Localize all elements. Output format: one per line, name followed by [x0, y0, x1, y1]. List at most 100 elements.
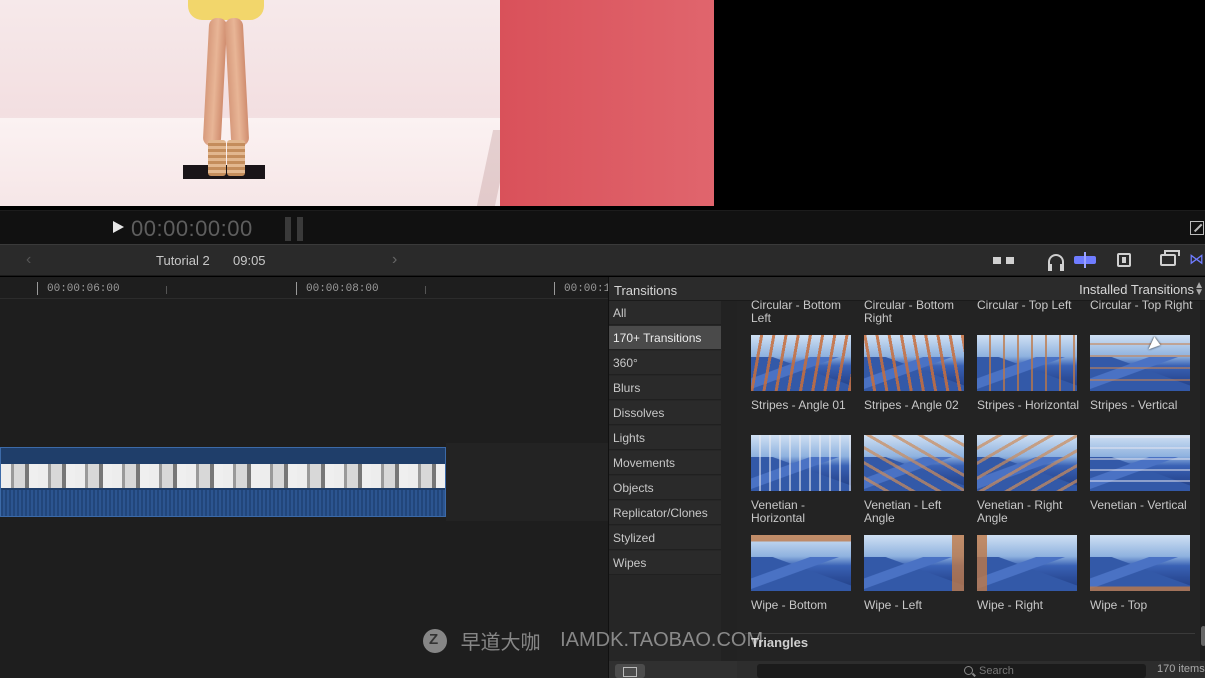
timeline[interactable]: 00:00:06:00 00:00:08:00 00:00:1 [0, 277, 608, 678]
category-item[interactable]: Lights [609, 426, 721, 450]
updown-chevron-icon[interactable]: ▲ ▼ [1194, 281, 1204, 298]
transition-label[interactable]: Circular - Bottom Left [751, 299, 859, 325]
category-item[interactable]: Dissolves [609, 401, 721, 425]
thumbnail-effect [864, 535, 964, 591]
thumbnail-effect [751, 535, 851, 591]
sidebar-header: Transitions [609, 277, 737, 301]
thumbnail-effect [864, 435, 964, 491]
transition-label[interactable]: Wipe - Right [977, 599, 1085, 612]
transition-thumbnail[interactable] [864, 535, 964, 591]
ruler-tick [554, 282, 555, 295]
section-divider [745, 633, 1195, 634]
watermark-url: IAMDK.TAOBAO.COM [560, 629, 764, 651]
timeline-ruler[interactable]: 00:00:06:00 00:00:08:00 00:00:1 [0, 277, 608, 299]
transition-label[interactable]: Wipe - Left [864, 599, 972, 612]
transition-label[interactable]: Circular - Bottom Right [864, 299, 972, 325]
transitions-title: Transitions [614, 283, 678, 298]
installed-transitions-dropdown[interactable]: Installed Transitions [1079, 282, 1194, 297]
transition-label[interactable]: Wipe - Top [1090, 599, 1198, 612]
back-arrow-icon[interactable]: ‹ [26, 251, 31, 269]
forward-arrow-icon[interactable]: › [392, 251, 397, 269]
ruler-tick [425, 286, 426, 294]
clip-filmstrip [1, 464, 445, 488]
grid-scrollbar[interactable] [1200, 301, 1205, 661]
project-duration: 09:05 [233, 253, 266, 268]
search-box[interactable] [757, 664, 1146, 678]
ruler-label: 00:00:06:00 [47, 283, 120, 295]
fullscreen-icon[interactable] [1190, 221, 1204, 235]
category-item[interactable]: 360° [609, 351, 721, 375]
transition-label[interactable]: Stripes - Angle 01 [751, 399, 859, 412]
clip-audio-waveform [1, 490, 445, 516]
transitions-browser-icon[interactable]: ⋈ [1189, 250, 1205, 268]
transition-thumbnail[interactable] [751, 535, 851, 591]
thumbnail-effect [751, 435, 851, 491]
search-icon [964, 666, 973, 675]
transition-label[interactable]: Stripes - Vertical [1090, 399, 1198, 412]
thumbnail-effect [977, 335, 1077, 391]
transition-thumbnail[interactable] [1090, 335, 1190, 391]
project-name: Tutorial 2 [156, 253, 210, 268]
transition-thumbnail[interactable] [864, 335, 964, 391]
dress-hem [188, 0, 264, 20]
search-input[interactable] [979, 664, 1139, 678]
sidebar-footer [609, 661, 737, 678]
headphones-icon[interactable] [1048, 254, 1064, 271]
transition-label[interactable]: Wipe - Bottom [751, 599, 859, 612]
timeline-toolbar: ‹ Tutorial 2 09:05 › ⋈ [0, 244, 1205, 276]
category-item[interactable]: Movements [609, 451, 721, 475]
transition-label[interactable]: Stripes - Angle 02 [864, 399, 972, 412]
transition-label[interactable]: Circular - Top Right [1090, 299, 1198, 312]
transition-thumbnail[interactable] [864, 435, 964, 491]
ruler-tick [296, 282, 297, 295]
transition-thumbnail[interactable] [1090, 435, 1190, 491]
transport-bar: 00:00:00:00 [0, 210, 1205, 244]
sidebar-toggle-icon[interactable] [615, 664, 645, 678]
audio-meter-left [285, 217, 291, 241]
transition-thumbnail[interactable] [977, 335, 1077, 391]
transition-label[interactable]: Circular - Top Left [977, 299, 1085, 312]
thumbnail-effect [751, 335, 851, 391]
viewer [0, 0, 1205, 210]
category-item[interactable]: All [609, 301, 721, 325]
transition-label[interactable]: Venetian - Right Angle [977, 499, 1085, 525]
category-item[interactable]: 170+ Transitions [609, 326, 721, 350]
grid-footer: 170 items [737, 661, 1205, 678]
thumbnail-effect [1090, 335, 1190, 391]
transitions-grid: Installed Transitions ▲ ▼ Circular - Bott… [737, 277, 1205, 678]
transition-thumbnail[interactable] [1090, 535, 1190, 591]
transition-thumbnail[interactable] [977, 435, 1077, 491]
timecode-display[interactable]: 00:00:00:00 [131, 216, 253, 242]
thumbnail-effect [977, 435, 1077, 491]
transition-thumbnail[interactable] [977, 535, 1077, 591]
thumbnail-effect [864, 335, 964, 391]
grid-scroll-thumb[interactable] [1201, 626, 1205, 646]
play-icon[interactable] [113, 221, 124, 233]
window-icon[interactable] [1160, 250, 1180, 266]
transition-thumbnail[interactable] [751, 435, 851, 491]
category-item[interactable]: Wipes [609, 551, 721, 575]
transition-thumbnail[interactable] [751, 335, 851, 391]
transition-label[interactable]: Stripes - Horizontal [977, 399, 1085, 412]
red-panel [500, 0, 714, 206]
transitions-browser: Transitions All 170+ Transitions 360° Blurs… [608, 277, 1205, 678]
left-sandal [208, 140, 226, 176]
transition-label[interactable]: Venetian - Vertical [1090, 499, 1198, 512]
snapping-icon[interactable] [1074, 252, 1096, 268]
sidebar-scrollbar[interactable] [721, 301, 737, 661]
category-item[interactable]: Objects [609, 476, 721, 500]
category-item[interactable]: Blurs [609, 376, 721, 400]
watermark: 早道大咖 IAMDK.TAOBAO.COM [423, 626, 777, 656]
category-item[interactable]: Replicator/Clones [609, 501, 721, 525]
category-item[interactable]: Stylized [609, 526, 721, 550]
transition-label[interactable]: Venetian - Left Angle [864, 499, 972, 525]
skimming-icon[interactable] [993, 252, 1014, 268]
item-count: 170 items [1157, 663, 1205, 675]
ruler-tick [37, 282, 38, 295]
clip-appearance-icon[interactable] [1117, 253, 1131, 267]
transition-label[interactable]: Venetian - Horizontal [751, 499, 859, 525]
transitions-sidebar: Transitions All 170+ Transitions 360° Blurs… [609, 277, 737, 678]
thumbnail-effect [977, 535, 1077, 591]
video-clip[interactable] [0, 447, 446, 517]
thumbnail-effect [1090, 535, 1190, 591]
